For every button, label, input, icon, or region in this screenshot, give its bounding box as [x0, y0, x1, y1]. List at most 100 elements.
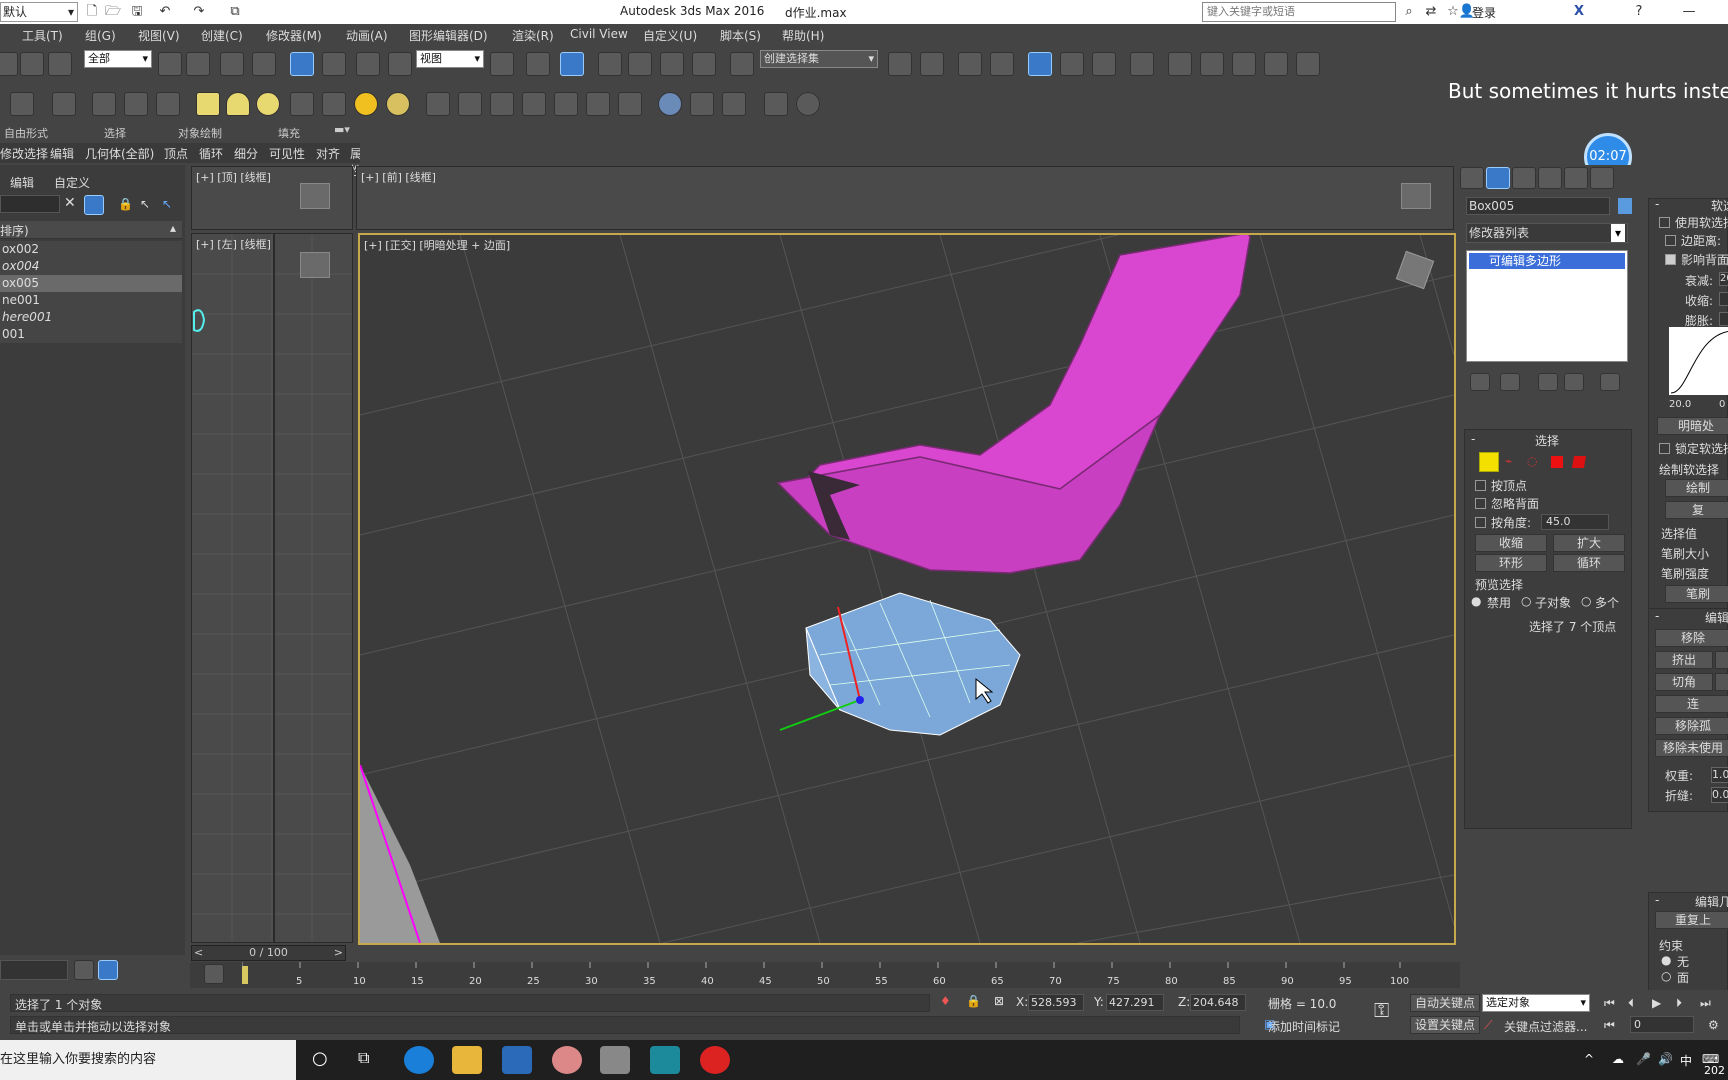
camera-icon[interactable]: [92, 92, 116, 116]
vertex-mode-icon[interactable]: [1479, 452, 1499, 472]
menu-customize[interactable]: 自定义(U): [643, 27, 697, 44]
shrink-button[interactable]: 收缩: [1475, 534, 1547, 552]
script-icon[interactable]: [764, 92, 788, 116]
edit-geometry-title[interactable]: 编辑几: [1695, 893, 1728, 910]
preview-multi-radio[interactable]: ○: [1581, 594, 1591, 608]
play-icon[interactable]: ▶: [1652, 996, 1661, 1010]
rollout-collapse-icon[interactable]: -: [1655, 197, 1659, 211]
preview-disabled-radio[interactable]: ●: [1471, 594, 1481, 608]
display-tab-icon[interactable]: [1564, 167, 1588, 189]
list-item[interactable]: 001: [0, 326, 182, 343]
ribbon-modify-selection[interactable]: 修改选择: [0, 145, 48, 162]
list-item[interactable]: ox002: [0, 241, 182, 258]
modify-tab-icon[interactable]: [1486, 167, 1510, 189]
ribbon-loops[interactable]: 循环: [199, 145, 223, 162]
list-item[interactable]: ox004: [0, 258, 182, 275]
chevron-left-icon[interactable]: <: [194, 946, 203, 960]
viewport-label[interactable]: [+] [前] [线框]: [361, 169, 436, 185]
edge-distance-checkbox[interactable]: [1665, 235, 1676, 246]
layers-icon[interactable]: [74, 960, 94, 980]
modifier-list-dropdown[interactable]: 修改器列表 ▾: [1466, 223, 1628, 243]
unlink-icon[interactable]: [20, 52, 44, 76]
angle-input[interactable]: 45.0: [1541, 514, 1609, 530]
viewport-top[interactable]: [+] [顶] [线框]: [191, 166, 353, 230]
particle-icon[interactable]: [426, 92, 450, 116]
pill-icon[interactable]: [458, 92, 482, 116]
curve-editor-mini-icon[interactable]: [204, 964, 224, 984]
rollout-collapse-icon[interactable]: -: [1655, 893, 1659, 907]
polygon-mode-icon[interactable]: [1551, 456, 1563, 468]
viewport-label[interactable]: [+] [左] [线框]: [196, 236, 271, 252]
soft-selection-title[interactable]: 软选: [1711, 197, 1728, 214]
snap-3d-icon[interactable]: [598, 52, 622, 76]
rendered-frame-icon[interactable]: [1200, 52, 1224, 76]
taskbar-search-input[interactable]: 在这里输入你要搜索的内容: [0, 1040, 296, 1080]
loop-button[interactable]: 循环: [1553, 554, 1625, 572]
prev-frame-icon[interactable]: ⏴: [1628, 996, 1634, 1011]
viewport-label[interactable]: [+] [正交] [明暗处理 + 边面]: [364, 237, 510, 253]
netease-music-icon[interactable]: [700, 1046, 730, 1074]
menu-rendering[interactable]: 渲染(R): [512, 27, 554, 44]
hemisphere-icon[interactable]: [226, 92, 250, 116]
z-coord-input[interactable]: 204.648: [1190, 994, 1246, 1011]
chevron-right-icon[interactable]: >: [334, 946, 343, 960]
fx-icon[interactable]: [618, 92, 642, 116]
menu-graph-editors[interactable]: 图形编辑器(D): [409, 27, 488, 44]
pointer-select-icon[interactable]: ↖: [162, 197, 172, 211]
scene-tab-edit[interactable]: 编辑: [10, 174, 34, 191]
minimize-icon[interactable]: —: [1680, 3, 1698, 20]
new-file-icon[interactable]: 🗋: [83, 3, 101, 20]
list-item-selected[interactable]: ox005: [0, 275, 182, 292]
viewcube-icon[interactable]: [300, 183, 330, 209]
sphere-icon[interactable]: [256, 92, 280, 116]
bind-warp-icon[interactable]: [48, 52, 72, 76]
ribbon-tab-object-paint[interactable]: 对象绘制: [178, 125, 222, 141]
brush-options-button[interactable]: 笔刷: [1665, 585, 1728, 603]
filter-icon[interactable]: [84, 195, 104, 215]
constraint-face-radio[interactable]: ○: [1661, 969, 1671, 983]
pointer-plus-icon[interactable]: ↖: [140, 197, 150, 211]
workspace-dropdown[interactable]: 默认 ▾: [0, 2, 78, 22]
motion-tab-icon[interactable]: [1538, 167, 1562, 189]
chamfer-settings-icon[interactable]: [1715, 673, 1728, 691]
viewport-label[interactable]: [+] [顶] [线框]: [196, 169, 271, 185]
curve-editor-icon[interactable]: [1060, 52, 1084, 76]
transform-mode-icon[interactable]: ⊠: [994, 994, 1004, 1008]
scene-tab-customize[interactable]: 自定义: [54, 174, 90, 191]
render-cloud-icon[interactable]: [1296, 52, 1320, 76]
cortana-icon[interactable]: ○: [312, 1048, 328, 1069]
bubble-input[interactable]: [1719, 312, 1728, 326]
menu-modifiers[interactable]: 修改器(M): [266, 27, 322, 44]
remove-isolated-button[interactable]: 移除孤: [1655, 717, 1728, 735]
time-slider[interactable]: < 0 / 100 >: [191, 945, 346, 961]
curve-icon[interactable]: ⟋: [1484, 1018, 1492, 1033]
search-input[interactable]: 键入关键字或短语: [1202, 2, 1396, 22]
remove-unused-button[interactable]: 移除未使用: [1655, 739, 1728, 757]
pin-stack-icon[interactable]: [1470, 373, 1490, 391]
menu-tools[interactable]: 工具(T): [22, 27, 63, 44]
ribbon-align[interactable]: 对齐: [316, 145, 340, 162]
show-end-result-icon[interactable]: [1500, 373, 1520, 391]
percent-snap-icon[interactable]: [660, 52, 684, 76]
x-coord-input[interactable]: 528.593: [1028, 994, 1084, 1011]
close-icon[interactable]: ✕: [64, 195, 76, 211]
selection-filter-dropdown[interactable]: 全部 ▾: [84, 50, 152, 68]
menu-scripting[interactable]: 脚本(S): [720, 27, 761, 44]
lock-selection-icon[interactable]: 🔒: [966, 994, 981, 1008]
material-editor-icon[interactable]: [1130, 52, 1154, 76]
3dsmax-taskbar-icon[interactable]: [650, 1046, 680, 1074]
repeat-last-button[interactable]: 重复上: [1655, 911, 1728, 929]
viewport-perspective[interactable]: [+] [正交] [明暗处理 + 边面]: [358, 233, 1456, 945]
window-crossing-icon[interactable]: [252, 52, 276, 76]
rotate-icon[interactable]: [322, 52, 346, 76]
move-icon[interactable]: [290, 52, 314, 76]
by-angle-checkbox[interactable]: [1475, 517, 1486, 528]
toggle-ribbon-icon[interactable]: [1028, 52, 1052, 76]
weight-input[interactable]: 1.0: [1711, 767, 1728, 783]
undo-icon[interactable]: ↶: [156, 3, 174, 20]
tray-up-icon[interactable]: ^: [1584, 1052, 1594, 1066]
ring-button[interactable]: 环形: [1475, 554, 1547, 572]
ime-indicator[interactable]: 中: [1680, 1052, 1692, 1069]
constraint-none-radio[interactable]: ●: [1661, 953, 1671, 967]
sun-icon[interactable]: [354, 92, 378, 116]
